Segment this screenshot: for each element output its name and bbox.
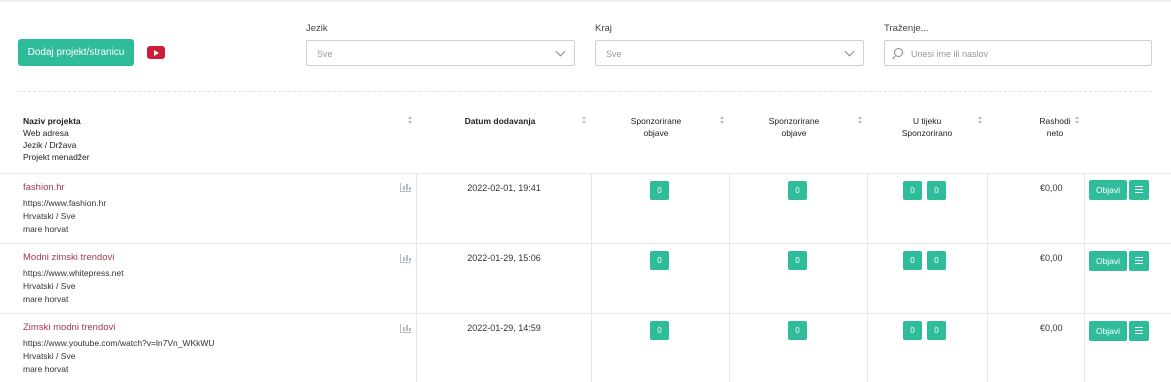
sort-icon[interactable]: [978, 116, 983, 126]
hamburger-menu-icon[interactable]: [1129, 251, 1149, 271]
sponsored-count-badge[interactable]: 0: [788, 181, 807, 200]
language-select[interactable]: Sve: [306, 40, 575, 66]
project-url: https://www.whitepress.net: [23, 268, 124, 278]
add-project-button[interactable]: Dodaj projekt/stranicu: [18, 39, 134, 66]
expenses-value: €0,00: [1040, 323, 1063, 333]
header-project-lang: Jezik / Država: [23, 140, 77, 150]
sponsored-progress-badge[interactable]: 0: [927, 181, 946, 200]
filters-divider: [18, 91, 1152, 92]
sponsored-progress-badge[interactable]: 0: [927, 251, 946, 270]
project-language: Hrvatski / Sve: [23, 351, 76, 361]
header-project-url: Web adresa: [23, 128, 69, 138]
header-project-manager: Projekt menadžer: [23, 152, 90, 162]
project-name-link[interactable]: fashion.hr: [23, 182, 65, 193]
row-divider: [0, 243, 1171, 244]
language-select-value: Sve: [317, 49, 333, 59]
date-added: 2022-01-29, 15:06: [467, 253, 541, 263]
row-divider: [0, 313, 1171, 314]
sponsored-count-badge[interactable]: 0: [788, 251, 807, 270]
sponsored-count-badge[interactable]: 0: [650, 181, 669, 200]
project-url: https://www.youtube.com/watch?v=ln7Vn_WK…: [23, 338, 215, 348]
youtube-icon[interactable]: [147, 46, 165, 59]
sponsored-progress-badge[interactable]: 0: [927, 321, 946, 340]
header-sponsored-1-line1: Sponzorirane: [630, 116, 682, 126]
column-divider: [867, 173, 868, 382]
bar-chart-icon[interactable]: [400, 183, 411, 192]
sponsored-count-badge[interactable]: 0: [650, 251, 669, 270]
date-added: 2022-02-01, 19:41: [467, 183, 541, 193]
header-sponsored-2-line1: Sponzorirane: [768, 116, 820, 126]
header-sponsored-2: Sponzorirane objave: [731, 115, 857, 139]
sort-icon[interactable]: [408, 116, 413, 126]
column-divider: [729, 173, 730, 382]
header-in-progress-line1: U tijeku: [912, 116, 942, 126]
expenses-value: €0,00: [1040, 253, 1063, 263]
project-manager: mare horvat: [23, 294, 69, 304]
project-name-link[interactable]: Modni zimski trendovi: [23, 252, 114, 263]
hamburger-menu-icon[interactable]: [1129, 180, 1149, 200]
column-divider: [416, 173, 417, 382]
language-filter-label: Jezik: [306, 23, 328, 34]
row-divider: [0, 173, 1171, 174]
country-select[interactable]: Sve: [595, 40, 864, 66]
chevron-down-icon: [844, 46, 855, 57]
header-date: Datum dodavanja: [417, 115, 583, 127]
header-expenses-line2: neto: [1046, 128, 1064, 138]
header-project-name: Naziv projekta: [23, 116, 81, 126]
bar-chart-icon[interactable]: [400, 254, 411, 263]
header-sponsored-1-line2: objave: [643, 128, 669, 138]
project-language: Hrvatski / Sve: [23, 211, 76, 221]
header-sponsored-1: Sponzorirane objave: [593, 115, 719, 139]
top-divider: [0, 0, 1171, 2]
column-divider: [591, 173, 592, 382]
hamburger-menu-icon[interactable]: [1129, 321, 1149, 341]
column-divider: [987, 173, 988, 382]
search-input[interactable]: [911, 46, 1141, 61]
search-field[interactable]: [884, 40, 1152, 66]
sponsored-count-badge[interactable]: 0: [650, 321, 669, 340]
sort-icon[interactable]: [1075, 116, 1080, 126]
publish-button[interactable]: Objavi: [1089, 321, 1127, 341]
in-progress-badge[interactable]: 0: [903, 251, 922, 270]
country-filter-label: Kraj: [595, 23, 612, 34]
publish-button[interactable]: Objavi: [1089, 251, 1127, 271]
date-added: 2022-01-29, 14:59: [467, 323, 541, 333]
chevron-down-icon: [555, 46, 566, 57]
project-url: https://www.fashion.hr: [23, 198, 107, 208]
header-in-progress-line2: Sponzorirano: [901, 128, 953, 138]
country-select-value: Sve: [606, 49, 622, 59]
search-label: Traženje...: [884, 23, 929, 34]
project-language: Hrvatski / Sve: [23, 281, 76, 291]
project-manager: mare horvat: [23, 224, 69, 234]
in-progress-badge[interactable]: 0: [903, 321, 922, 340]
header-date-label: Datum dodavanja: [464, 116, 536, 126]
expenses-value: €0,00: [1040, 183, 1063, 193]
sort-icon[interactable]: [720, 116, 725, 126]
header-in-progress: U tijeku Sponzorirano: [869, 115, 985, 139]
sort-icon[interactable]: [582, 116, 587, 126]
header-sponsored-2-line2: objave: [781, 128, 807, 138]
column-divider: [1084, 173, 1085, 382]
sort-icon[interactable]: [858, 116, 863, 126]
bar-chart-icon[interactable]: [400, 324, 411, 333]
project-manager: mare horvat: [23, 364, 69, 374]
header-project: Naziv projekta Web adresa Jezik / Država…: [23, 115, 90, 163]
in-progress-badge[interactable]: 0: [903, 181, 922, 200]
sponsored-count-badge[interactable]: 0: [788, 321, 807, 340]
search-icon: [894, 48, 903, 57]
project-name-link[interactable]: Zimski modni trendovi: [23, 322, 115, 333]
publish-button[interactable]: Objavi: [1089, 180, 1127, 200]
